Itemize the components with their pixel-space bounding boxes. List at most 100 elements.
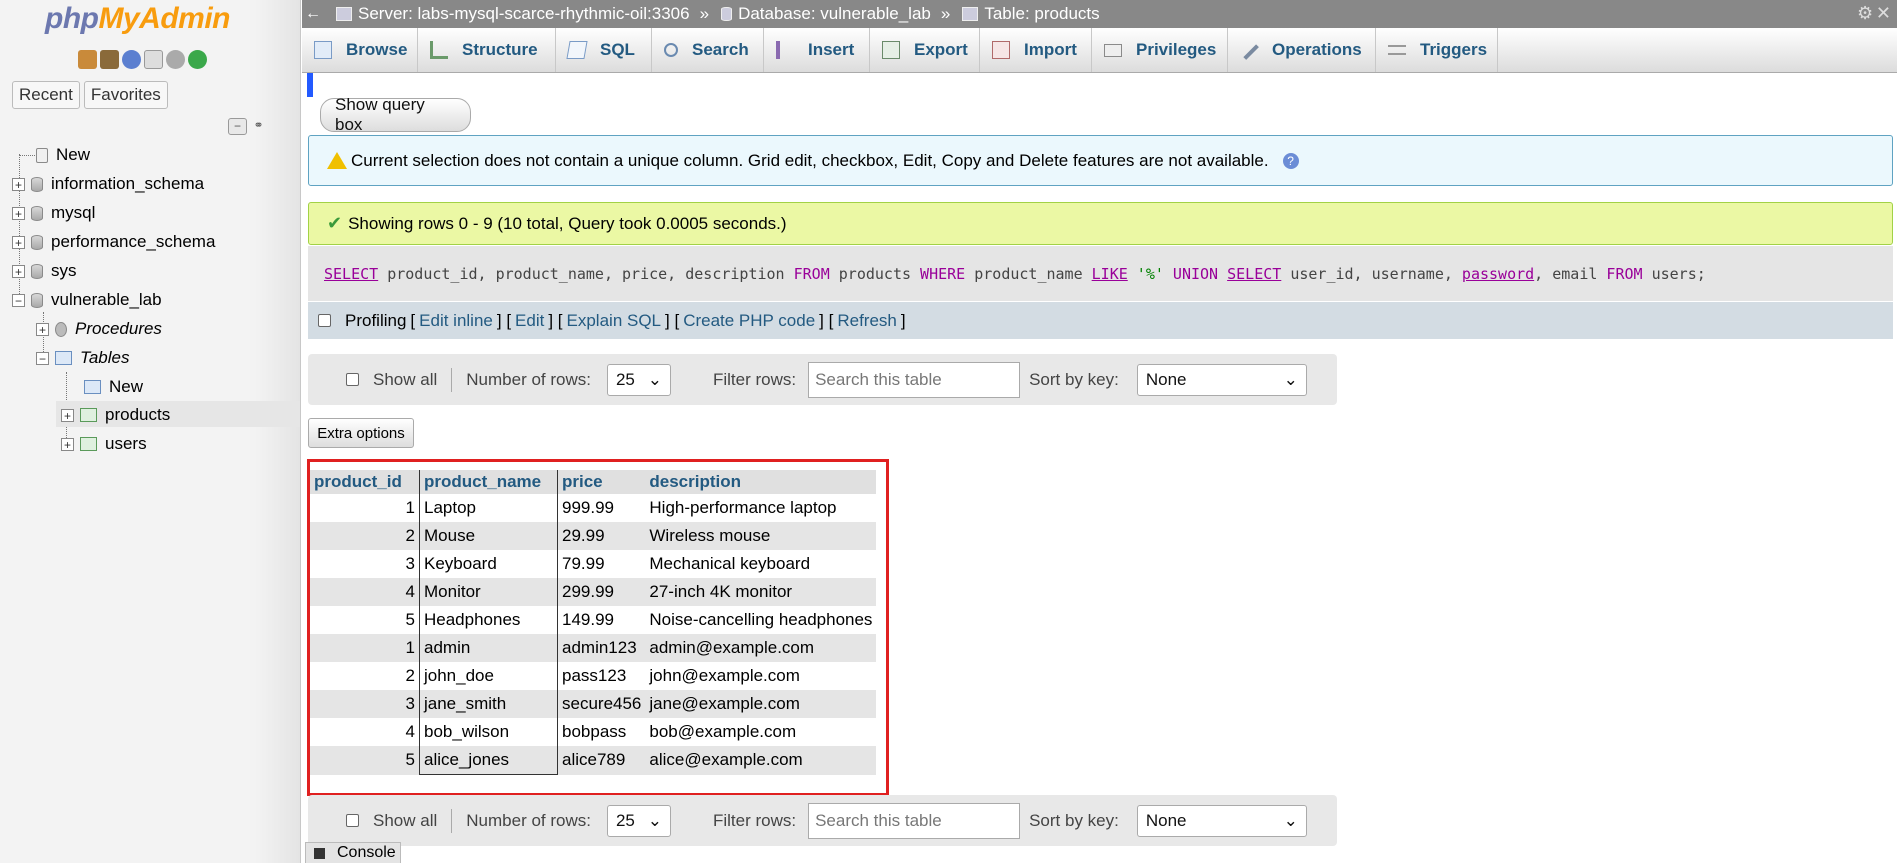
tab-operations[interactable]: Operations [1228,28,1376,72]
breadcrumb-database[interactable]: Database: vulnerable_lab [738,4,931,24]
success-message: ✔ Showing rows 0 - 9 (10 total, Query to… [308,202,1893,245]
procedures-gear-icon [55,321,67,337]
back-arrow-icon[interactable]: ← [302,5,324,23]
sql-keyword[interactable]: password [1462,265,1534,283]
column-header[interactable]: price [557,470,646,494]
logo-myadmin-text: MyAdmin [98,2,230,35]
notice-message: Current selection does not contain a uni… [308,135,1893,186]
help-icon[interactable]: ? [1282,152,1299,169]
sort-by-key-select[interactable]: None ⌄ [1136,804,1307,837]
cell-price: admin123 [557,634,646,662]
breadcrumb-table[interactable]: Table: products [984,4,1099,24]
expand-icon[interactable]: + [12,177,25,191]
tree-db-sys[interactable]: + sys [12,258,77,284]
expand-icon[interactable]: + [12,264,25,278]
tab-export[interactable]: Export [870,28,980,72]
expand-icon[interactable]: + [61,408,74,422]
settings-gear-icon[interactable]: ⚙ [1857,4,1875,22]
tree-db-vulnerable-lab[interactable]: − vulnerable_lab [12,287,162,313]
reload-icon[interactable] [188,50,207,69]
tree-db-information-schema[interactable]: + information_schema [12,171,204,197]
table-row: 3 jane_smith secure456 jane@example.com [310,690,877,718]
recent-tab[interactable]: Recent [12,81,80,109]
favorites-tab[interactable]: Favorites [83,81,168,109]
tree-db-performance-schema[interactable]: + performance_schema [12,229,215,255]
cell-description: Mechanical keyboard [645,550,877,578]
column-header[interactable]: description [645,470,877,494]
cell-product-id: 4 [310,578,420,606]
tree-tables-new[interactable]: New [84,374,143,400]
tab-insert[interactable]: Insert [764,28,870,72]
sort-by-key-select[interactable]: None ⌄ [1136,363,1307,396]
edit-link[interactable]: Edit [515,311,544,331]
console-toggle[interactable]: Console [305,842,401,863]
insert-icon [776,41,794,59]
tree-item-new[interactable]: New [36,142,90,168]
database-icon [31,176,43,192]
tab-sql[interactable]: SQL [556,28,652,72]
breadcrumb: ← Server: labs-mysql-scarce-rhythmic-oil… [302,0,1897,28]
sql-keyword[interactable]: SELECT [1227,265,1281,283]
column-header[interactable]: product_id [310,470,420,494]
tab-label: Structure [462,40,538,59]
phpmyadmin-logo[interactable]: phpMyAdmin [45,2,230,36]
expand-icon[interactable]: + [36,322,49,336]
sql-keyword[interactable]: LIKE [1092,265,1128,283]
refresh-link[interactable]: Refresh [837,311,897,331]
explain-sql-link[interactable]: Explain SQL [567,311,662,331]
tree-db-mysql[interactable]: + mysql [12,200,95,226]
tree-table-users[interactable]: + users [61,431,147,457]
cell-product-name: Monitor [419,578,558,606]
create-php-code-link[interactable]: Create PHP code [683,311,815,331]
cell-price: pass123 [557,662,646,690]
settings-gear-icon[interactable] [166,50,185,69]
filter-rows-input[interactable]: Search this table [808,802,1021,839]
tree-tables[interactable]: − Tables [36,345,129,371]
tree-procedures[interactable]: + Procedures [36,316,162,342]
sql-keyword: FROM [793,264,830,283]
expand-icon[interactable]: + [61,437,74,451]
show-query-box-button[interactable]: Show query box [320,95,471,134]
tab-label: Operations [1272,40,1362,59]
tab-browse[interactable]: Browse [302,28,418,72]
help-icon[interactable] [122,50,141,69]
table-navigation-bottom: Show all Number of rows: 25 ⌄ Filter rows… [308,795,1337,846]
logout-icon[interactable] [100,50,119,69]
expand-icon[interactable]: + [12,235,25,249]
show-all-checkbox[interactable] [346,814,359,827]
tree-table-products[interactable]: + products [61,402,170,428]
number-of-rows-select[interactable]: 25 ⌄ [606,363,671,396]
sql-keyword[interactable]: SELECT [324,265,378,283]
show-all-checkbox[interactable] [346,373,359,386]
docs-icon[interactable] [144,50,163,69]
filter-rows-input[interactable]: Search this table [808,361,1021,398]
collapse-icon[interactable]: − [36,351,49,365]
breadcrumb-server[interactable]: Server: labs-mysql-scarce-rhythmic-oil:3… [358,4,690,24]
cell-product-id: 1 [310,494,420,522]
number-of-rows-select[interactable]: 25 ⌄ [606,804,671,837]
expand-icon[interactable]: + [12,206,25,220]
sql-text: product_id, product_name, price, descrip… [378,264,794,283]
tab-label: Import [1024,40,1077,59]
sql-keyword: UNION [1172,264,1219,283]
column-header[interactable]: product_name [419,470,558,494]
collapse-icon[interactable]: − [12,293,25,307]
close-icon[interactable]: ✕ [1876,4,1891,22]
collapse-all-icon[interactable]: − [228,118,247,135]
edit-inline-link[interactable]: Edit inline [419,311,493,331]
home-icon[interactable] [78,50,97,69]
tab-search[interactable]: Search [652,28,764,72]
tab-privileges[interactable]: Privileges [1092,28,1228,72]
cell-product-id: 2 [310,522,420,550]
profiling-checkbox[interactable] [318,314,331,327]
extra-options-button[interactable]: Extra options [308,418,414,448]
warning-icon [327,152,347,169]
tab-label: Privileges [1136,40,1217,59]
console-icon [314,847,325,859]
cell-product-name: john_doe [419,662,558,690]
tab-triggers[interactable]: Triggers [1376,28,1498,72]
breadcrumb-separator: » [699,4,710,23]
tab-structure[interactable]: Structure [418,28,556,72]
link-icon[interactable]: ⚭ [250,118,267,133]
tab-import[interactable]: Import [980,28,1092,72]
